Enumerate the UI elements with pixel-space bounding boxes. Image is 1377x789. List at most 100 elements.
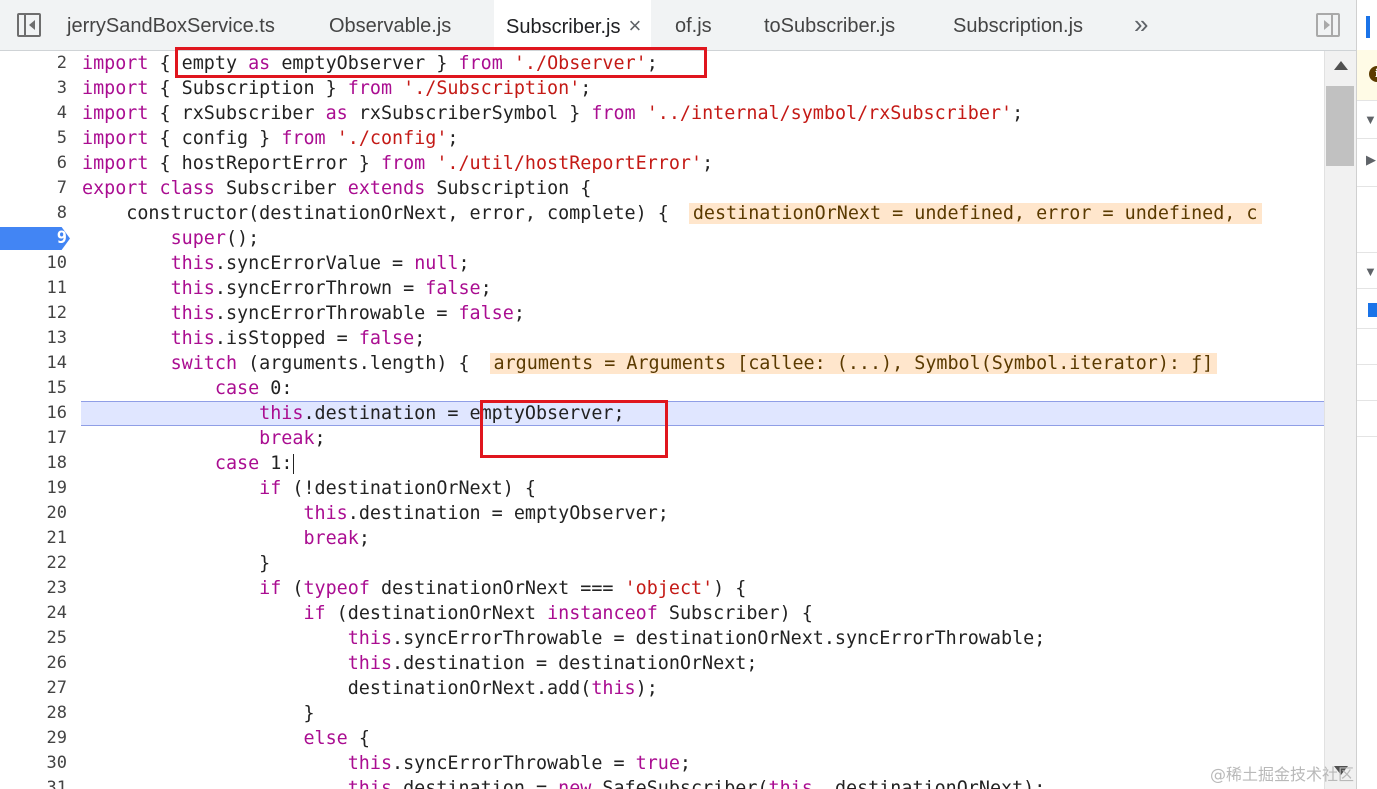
chevron-double-right-icon[interactable]: » <box>1134 0 1149 50</box>
code-line[interactable]: 16 this.destination = emptyObserver; <box>0 401 1324 426</box>
line-number[interactable]: 12 <box>0 301 67 326</box>
scroll-up-arrow-icon[interactable] <box>1334 61 1348 70</box>
editor-scrollbar[interactable] <box>1324 51 1356 789</box>
line-number[interactable]: 13 <box>0 326 67 351</box>
code-line[interactable]: 21 break; <box>0 526 1324 551</box>
tab-observable[interactable]: Observable.js <box>329 0 451 50</box>
line-number[interactable]: 21 <box>0 526 67 551</box>
panel-section <box>1357 328 1377 365</box>
code-line[interactable]: 9 super(); <box>0 226 1324 251</box>
line-number[interactable]: 29 <box>0 726 67 751</box>
line-number[interactable]: 18 <box>0 451 67 476</box>
show-debugger-icon[interactable] <box>1316 13 1340 37</box>
line-number[interactable]: 2 <box>0 51 67 76</box>
code-line[interactable]: 19 if (!destinationOrNext) { <box>0 476 1324 501</box>
line-number[interactable]: 5 <box>0 126 67 151</box>
scrollbar-thumb[interactable] <box>1326 86 1354 166</box>
line-number[interactable]: 20 <box>0 501 67 526</box>
code-line[interactable]: 12 this.syncErrorThrowable = false; <box>0 301 1324 326</box>
code-token: .syncErrorThrowable = <box>214 303 459 324</box>
code-line[interactable]: 15 case 0: <box>0 376 1324 401</box>
line-number[interactable]: 23 <box>0 576 67 601</box>
line-number[interactable]: 9 <box>0 226 67 251</box>
line-number[interactable]: 19 <box>0 476 67 501</box>
code-line[interactable]: 20 this.destination = emptyObserver; <box>0 501 1324 526</box>
code-text: break; <box>82 426 325 451</box>
code-line[interactable]: 22 } <box>0 551 1324 576</box>
code-token: ; <box>580 78 592 99</box>
code-line[interactable]: 30 this.syncErrorThrowable = true; <box>0 751 1324 776</box>
code-line[interactable]: 25 this.syncErrorThrowable = destination… <box>0 626 1324 651</box>
line-number[interactable]: 10 <box>0 251 67 276</box>
code-line[interactable]: 27 destinationOrNext.add(this); <box>0 676 1324 701</box>
code-token: .syncErrorThrown = <box>214 278 426 299</box>
tab-subscription[interactable]: Subscription.js <box>953 0 1083 50</box>
line-number[interactable]: 14 <box>0 351 67 376</box>
expand-triangle-icon[interactable]: ▶ <box>1366 152 1376 168</box>
code-token: { hostReportError } <box>148 153 381 174</box>
line-number[interactable]: 4 <box>0 101 67 126</box>
tab-subscriber[interactable]: Subscriber.js × <box>494 0 652 50</box>
code-token: constructor(destinationOrNext, error, co… <box>82 203 669 224</box>
code-line[interactable]: 13 this.isStopped = false; <box>0 326 1324 351</box>
line-number[interactable]: 26 <box>0 651 67 676</box>
code-line[interactable]: 2 import { empty as emptyObserver } from … <box>0 51 1324 76</box>
line-number[interactable]: 3 <box>0 76 67 101</box>
line-number[interactable]: 28 <box>0 701 67 726</box>
keyword-token: this <box>170 253 215 274</box>
code-line[interactable]: 23 if (typeof destinationOrNext === 'obj… <box>0 576 1324 601</box>
code-line[interactable]: 14 switch (arguments.length) {arguments … <box>0 351 1324 376</box>
line-number[interactable]: 27 <box>0 676 67 701</box>
code-token: Subscriber <box>214 178 348 199</box>
line-number[interactable]: 8 <box>0 201 67 226</box>
line-number[interactable]: 25 <box>0 626 67 651</box>
code-line[interactable]: 28 } <box>0 701 1324 726</box>
line-number[interactable]: 30 <box>0 751 67 776</box>
tab-of[interactable]: of.js <box>675 0 712 50</box>
collapse-triangle-icon[interactable]: ▼ <box>1364 264 1377 279</box>
line-number[interactable]: 22 <box>0 551 67 576</box>
line-number[interactable]: 17 <box>0 426 67 451</box>
show-navigator-icon[interactable] <box>17 13 41 37</box>
code-text: super(); <box>82 226 260 251</box>
line-number[interactable]: 31 <box>0 776 67 789</box>
code-token: SafeSubscriber( <box>591 778 769 789</box>
code-editor[interactable]: 2 import { empty as emptyObserver } from … <box>0 51 1324 789</box>
line-number[interactable]: 6 <box>0 151 67 176</box>
keyword-token: import <box>82 153 149 174</box>
code-line[interactable]: 8 constructor(destinationOrNext, error, … <box>0 201 1324 226</box>
code-line[interactable]: 26 this.destination = destinationOrNext; <box>0 651 1324 676</box>
watermark: @稀土掘金技术社区 <box>1210 765 1355 784</box>
tab-label: Observable.js <box>329 15 452 37</box>
tab-jerrysandboxservice[interactable]: jerrySandBoxService.ts <box>67 0 275 50</box>
inline-variable-value: arguments = Arguments [callee: (...), Sy… <box>489 353 1218 374</box>
code-line[interactable]: 6 import { hostReportError } from './util… <box>0 151 1324 176</box>
code-line[interactable]: 17 break; <box>0 426 1324 451</box>
code-line[interactable]: 11 this.syncErrorThrown = false; <box>0 276 1324 301</box>
code-text: if (typeof destinationOrNext === 'object… <box>82 576 746 601</box>
code-line[interactable]: 5 import { config } from './config'; <box>0 126 1324 151</box>
panel-section[interactable] <box>1357 288 1377 329</box>
line-number[interactable]: 7 <box>0 176 67 201</box>
code-line[interactable]: 7 export class Subscriber extends Subscri… <box>0 176 1324 201</box>
code-line[interactable]: 4 import { rxSubscriber as rxSubscriberSy… <box>0 101 1324 126</box>
code-token: { <box>347 728 370 749</box>
code-line[interactable]: 29 else { <box>0 726 1324 751</box>
code-line[interactable]: 3 import { Subscription } from './Subscri… <box>0 76 1324 101</box>
close-tab-icon[interactable]: × <box>629 13 642 38</box>
code-line[interactable]: 18 case 1: <box>0 451 1324 476</box>
line-number[interactable]: 16 <box>0 401 67 426</box>
line-number[interactable]: 15 <box>0 376 67 401</box>
tab-tosubscriber[interactable]: toSubscriber.js <box>764 0 895 50</box>
code-token: 0: <box>259 378 293 399</box>
collapse-triangle-icon[interactable]: ▼ <box>1364 112 1377 127</box>
code-line[interactable]: 10 this.syncErrorValue = null; <box>0 251 1324 276</box>
code-line[interactable]: 24 if (destinationOrNext instanceof Subs… <box>0 601 1324 626</box>
keyword-token: as <box>325 103 348 124</box>
line-number[interactable]: 24 <box>0 601 67 626</box>
code-line[interactable]: 31 this.destination = new SafeSubscriber… <box>0 776 1324 789</box>
line-number[interactable]: 11 <box>0 276 67 301</box>
